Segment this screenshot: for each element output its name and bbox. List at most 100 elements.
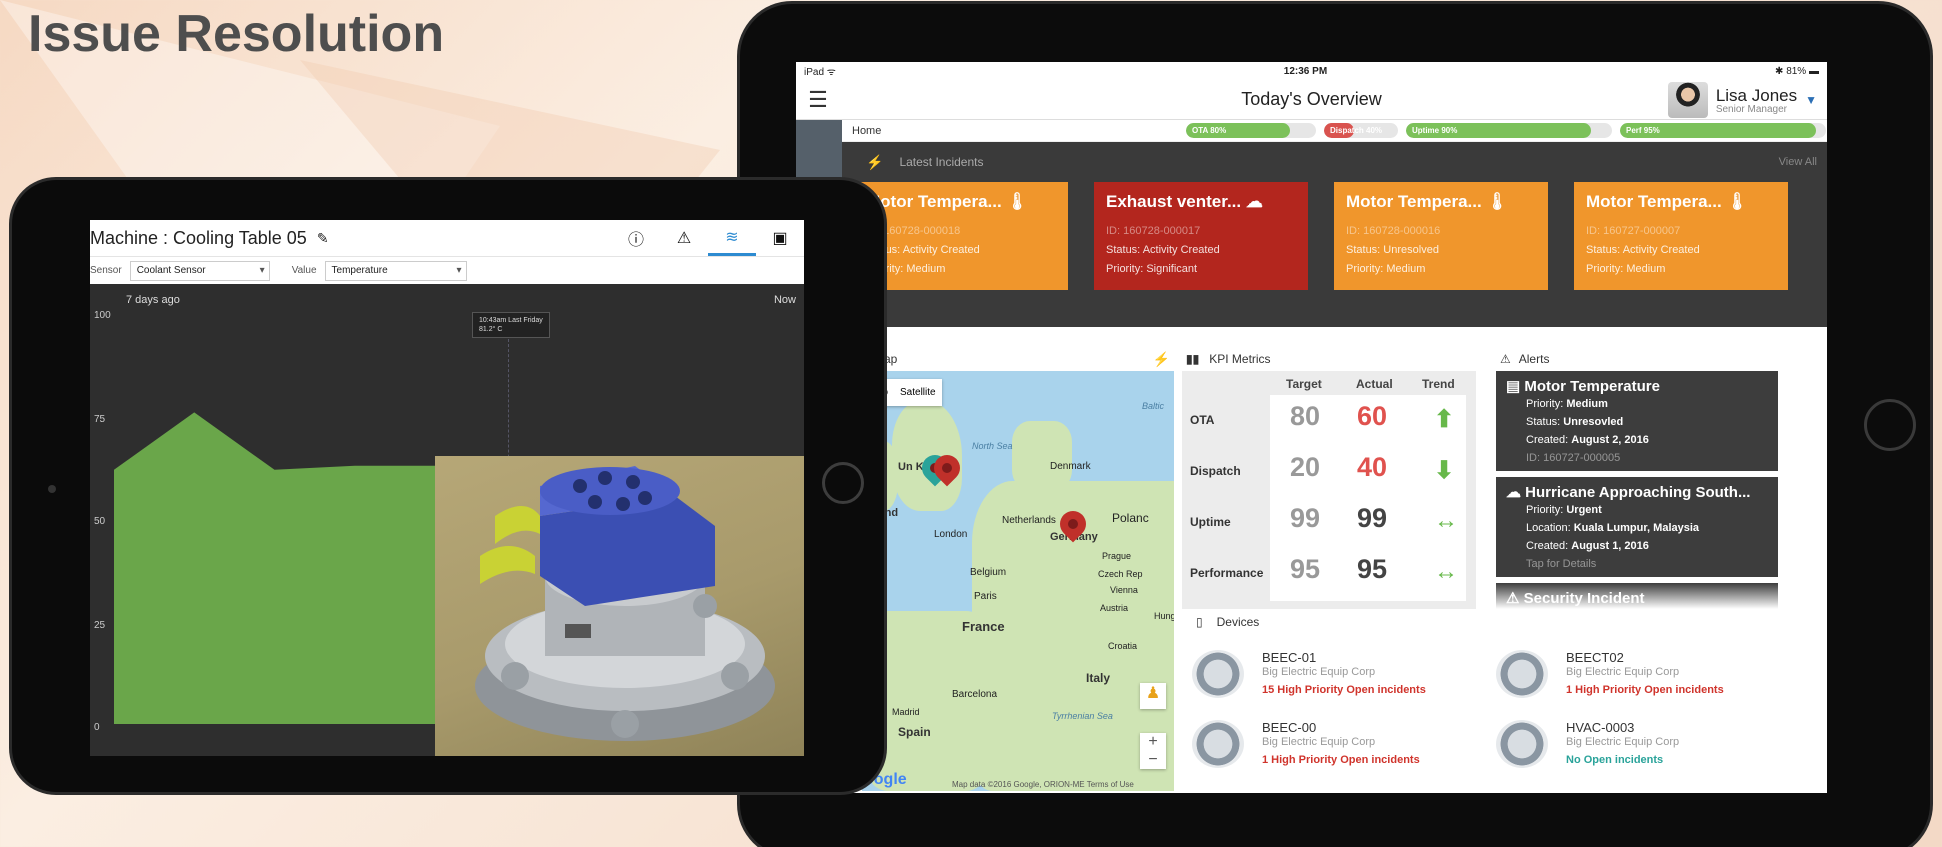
machine-header: Machine : Cooling Table 05 ✎ ⓘ ⚠ ≋ ▣ bbox=[90, 220, 804, 256]
refresh-icon[interactable]: ⚡ bbox=[1153, 351, 1170, 368]
alert-line: Created: August 2, 2016 bbox=[1506, 431, 1770, 449]
trend-flat-icon: ↔ bbox=[1434, 507, 1458, 534]
user-role: Senior Manager bbox=[1715, 103, 1787, 115]
user-profile[interactable]: Lisa Jones Senior Manager ▼ bbox=[1667, 82, 1817, 118]
zoom-controls: + − bbox=[1140, 733, 1166, 769]
machine-toolbar: ⓘ ⚠ ≋ ▣ bbox=[612, 220, 804, 256]
breadcrumb[interactable]: Home bbox=[852, 125, 881, 137]
kpi-label: OTA bbox=[1190, 413, 1215, 427]
incident-card[interactable]: Motor Tempera... 🌡 ID: 160727-000007 Sta… bbox=[1574, 182, 1788, 290]
map-label: Baltic bbox=[1142, 401, 1165, 411]
calendar-icon: ▤ bbox=[1506, 378, 1525, 395]
value-select[interactable]: Temperature bbox=[324, 260, 467, 281]
avatar bbox=[1667, 82, 1708, 118]
land-denmark bbox=[1012, 421, 1072, 491]
time-end: Now bbox=[773, 294, 796, 306]
kpi-target: 99 bbox=[1290, 503, 1321, 533]
status-bar: iPad ᯤ 12:36 PM ✱ 81% ▬ bbox=[796, 62, 1827, 80]
map-label: Czech Rep bbox=[1098, 569, 1143, 579]
device-corp: Big Electric Equip Corp bbox=[1566, 736, 1680, 748]
map-label: Vienna bbox=[1110, 585, 1138, 595]
map-label: Italy bbox=[1086, 671, 1111, 685]
map-header: Map ⚡ bbox=[842, 347, 1170, 371]
view-all-link[interactable]: View All bbox=[1779, 156, 1817, 168]
kpi-col-header: Trend bbox=[1422, 377, 1455, 391]
alert-title: ⚠ Security Incident bbox=[1506, 589, 1770, 607]
user-name: Lisa Jones bbox=[1715, 85, 1798, 105]
pegman-icon[interactable]: ♟ bbox=[1140, 683, 1166, 709]
kpi-target: 80 bbox=[1290, 401, 1321, 431]
sensor-select[interactable]: Coolant Sensor bbox=[129, 260, 270, 281]
zoom-out-button[interactable]: − bbox=[1140, 751, 1166, 769]
kpi-label: Dispatch bbox=[1190, 464, 1241, 478]
alert-card[interactable]: ⚠ Security Incident bbox=[1496, 583, 1778, 609]
home-button[interactable] bbox=[822, 462, 864, 504]
progress-perf: Perf 95% bbox=[1620, 123, 1826, 138]
incident-card[interactable]: Motor Tempera... 🌡 ID: 160728-000018 Sta… bbox=[854, 182, 1068, 290]
alert-key: Created: bbox=[1526, 434, 1572, 446]
kpi-col-header: Actual bbox=[1356, 377, 1393, 391]
device-incidents: 15 High Priority Open incidents bbox=[1262, 684, 1426, 696]
machine-screen: Machine : Cooling Table 05 ✎ ⓘ ⚠ ≋ ▣ Sen… bbox=[90, 220, 804, 756]
kpi-label: Uptime bbox=[1190, 515, 1231, 529]
bolt-icon: ⚡ bbox=[866, 153, 884, 170]
camera bbox=[48, 485, 56, 493]
alert-details-link[interactable]: Tap for Details bbox=[1506, 555, 1770, 573]
map-label: London bbox=[934, 529, 968, 540]
device-name: BEEC-01 bbox=[1262, 650, 1317, 665]
warning-icon: ⚠ bbox=[1506, 590, 1524, 607]
sensor-icon[interactable]: ≋ bbox=[708, 220, 756, 256]
sensor-label: Sensor bbox=[90, 265, 122, 276]
kpi-label: Performance bbox=[1190, 566, 1264, 580]
device-thumbnail bbox=[1192, 720, 1244, 768]
alert-line: Priority: Medium bbox=[1506, 395, 1770, 413]
alert-card[interactable]: ☁ Hurricane Approaching South... Priorit… bbox=[1496, 477, 1778, 577]
device-thumbnail bbox=[1496, 650, 1548, 698]
notes-icon[interactable]: ▣ bbox=[756, 220, 804, 256]
chevron-down-icon[interactable]: ▼ bbox=[1805, 93, 1817, 107]
info-icon[interactable]: ⓘ bbox=[612, 220, 660, 256]
sensor-selected: Coolant Sensor bbox=[136, 265, 206, 276]
hamburger-menu-icon[interactable]: ☰ bbox=[796, 80, 840, 120]
zoom-in-button[interactable]: + bbox=[1140, 733, 1166, 751]
map-label: Austria bbox=[1100, 603, 1129, 613]
incident-title: Exhaust venter... ☁ bbox=[1106, 192, 1263, 211]
alert-title: ▤ Motor Temperature bbox=[1506, 377, 1770, 395]
device-item[interactable]: HVAC-0003 Big Electric Equip Corp No Ope… bbox=[1496, 716, 1796, 776]
alert-card[interactable]: ▤ Motor Temperature Priority: Medium Sta… bbox=[1496, 371, 1778, 471]
map-view[interactable]: Map Satellite North Sea Baltic Tyrrhenia… bbox=[862, 371, 1174, 791]
alert-id: ID: 160727-000005 bbox=[1526, 452, 1621, 464]
incident-card[interactable]: Motor Tempera... 🌡 ID: 160728-000016 Sta… bbox=[1334, 182, 1548, 290]
map-label: North Sea bbox=[972, 441, 1013, 451]
incident-status: Status: Activity Created bbox=[866, 244, 980, 256]
device-label: iPad ᯤ bbox=[804, 67, 836, 78]
value-label: Value bbox=[291, 265, 317, 276]
kpi-actual: 40 bbox=[1357, 452, 1388, 482]
pencil-icon[interactable]: ✎ bbox=[317, 230, 329, 247]
incidents-panel: ⚡ Latest Incidents View All Motor Temper… bbox=[842, 142, 1827, 327]
map-label: Tyrrhenian Sea bbox=[1052, 711, 1113, 721]
map-label: Netherlands bbox=[1002, 515, 1056, 526]
incident-cards: Motor Tempera... 🌡 ID: 160728-000018 Sta… bbox=[842, 182, 1827, 290]
devices-panel: ▯ Devices BEEC-01 Big Electric Equip Cor… bbox=[1182, 610, 1822, 790]
bar-chart-icon: ▮▮ bbox=[1186, 352, 1200, 366]
home-button[interactable] bbox=[1864, 399, 1916, 451]
y-tick: 0 bbox=[94, 722, 100, 733]
incident-card[interactable]: Exhaust venter... ☁ ID: 160728-000017 St… bbox=[1094, 182, 1308, 290]
device-item[interactable]: BEECT02 Big Electric Equip Corp 1 High P… bbox=[1496, 646, 1796, 706]
device-item[interactable]: BEEC-00 Big Electric Equip Corp 1 High P… bbox=[1192, 716, 1492, 776]
device-item[interactable]: BEEC-01 Big Electric Equip Corp 15 High … bbox=[1192, 646, 1492, 706]
kpi-row: Dispatch 20 40 ⬇ bbox=[1182, 446, 1476, 496]
warning-icon[interactable]: ⚠ bbox=[660, 220, 708, 256]
tooltip-time: 10:43am Last Friday bbox=[479, 317, 543, 324]
map-label: Paris bbox=[974, 591, 997, 602]
filter-bar: Sensor Coolant Sensor Value Temperature bbox=[90, 256, 804, 284]
kpi-progress-bars: OTA 80% Dispatch 40% Uptime 90% Perf 95% bbox=[1186, 123, 1826, 138]
alert-title: ☁ Hurricane Approaching South... bbox=[1506, 483, 1770, 501]
devices-heading: Devices bbox=[1216, 615, 1260, 629]
tab-satellite[interactable]: Satellite bbox=[894, 379, 942, 406]
map-credit[interactable]: Map data ©2016 Google, ORION-ME Terms of… bbox=[952, 780, 1134, 789]
battery-percent: 81% bbox=[1786, 65, 1807, 77]
alert-line: Location: Kuala Lumpur, Malaysia bbox=[1506, 519, 1770, 537]
alerts-header: ⚠ Alerts bbox=[1496, 347, 1778, 371]
